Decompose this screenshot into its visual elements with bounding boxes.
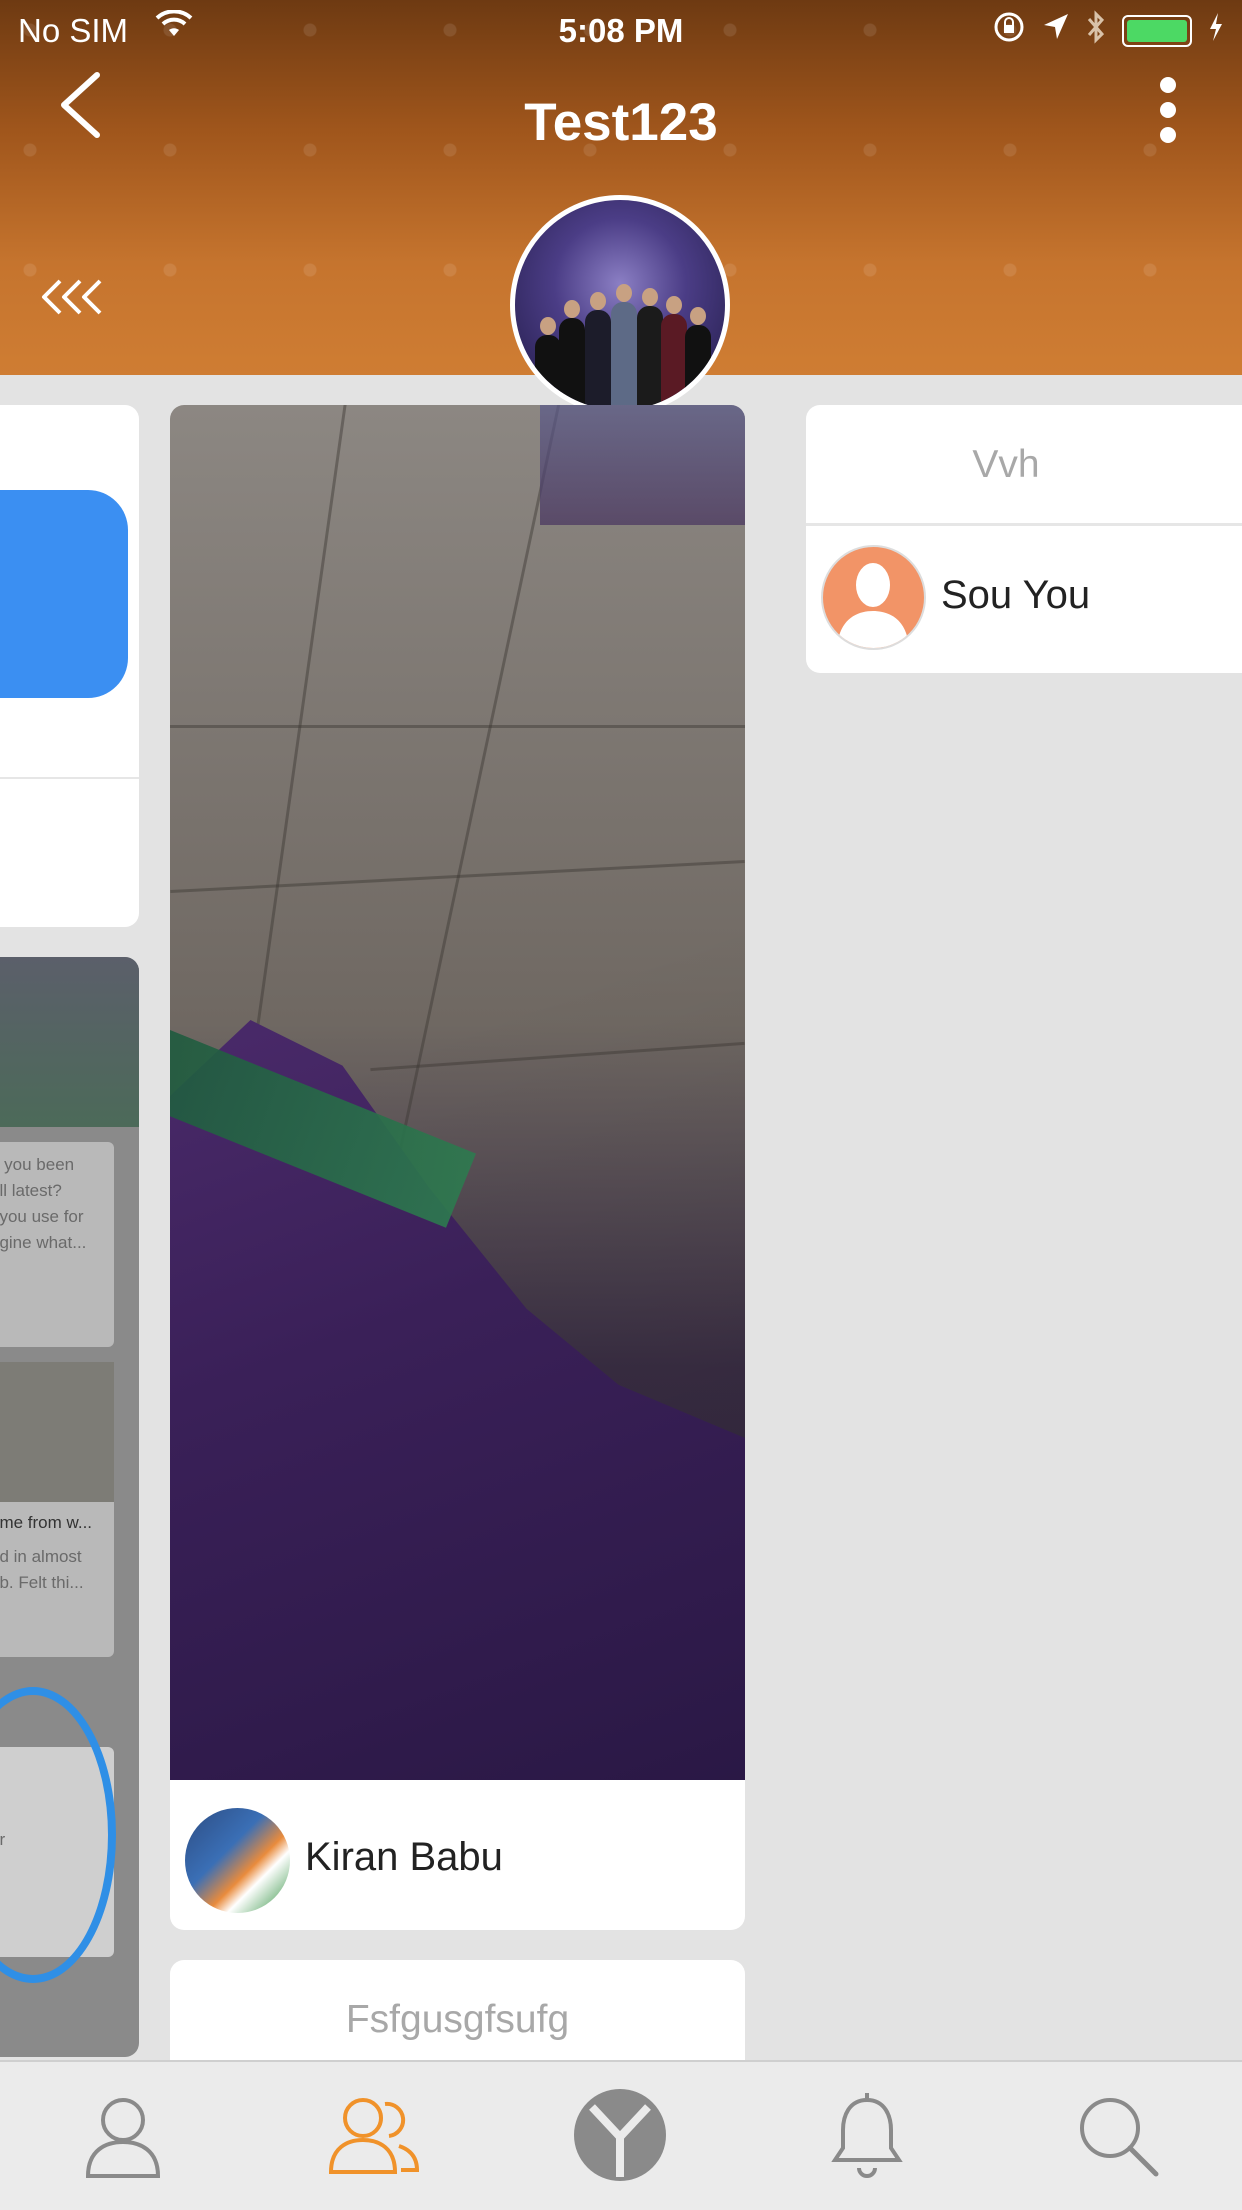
avatar[interactable] (821, 545, 926, 650)
rotation-lock-icon (992, 10, 1026, 52)
tab-bar (0, 2060, 1242, 2210)
tab-search[interactable] (1062, 2082, 1172, 2192)
screenshot-text: ob. Felt thi... (0, 1573, 84, 1592)
vertical-dots-icon (1148, 77, 1188, 149)
post-title: Fsfgusgfsufg (345, 1998, 570, 2041)
divider (0, 777, 139, 779)
tab-notifications[interactable] (812, 2082, 922, 2192)
tab-profile[interactable] (68, 2082, 178, 2192)
bell-icon (827, 2090, 907, 2185)
status-bar: No SIM 5:08 PM (0, 0, 1242, 60)
charging-icon (1208, 12, 1224, 50)
screenshot-image (0, 1362, 114, 1502)
battery-fill (1127, 20, 1187, 42)
card-title: Vvh (972, 443, 1040, 486)
page-title: Test123 (524, 93, 718, 152)
profile-icon (78, 2090, 168, 2185)
status-icons (992, 10, 1224, 52)
post-image[interactable] (170, 405, 745, 1780)
post-image (0, 957, 139, 1127)
collapse-button[interactable] (40, 275, 110, 325)
group-card[interactable]: Vvh Sou You (806, 405, 1242, 673)
post-author-row[interactable]: Kiran Babu (170, 1780, 745, 1930)
screenshot-text: ome from w... (0, 1513, 93, 1532)
screenshot-text: e you been (0, 1155, 75, 1174)
location-icon (1042, 12, 1070, 50)
screenshot-text: all latest? (0, 1181, 62, 1200)
post-card[interactable] (0, 405, 139, 927)
groups-icon (323, 2090, 423, 2185)
screenshot-text: ed in almost (0, 1547, 82, 1566)
screenshot-card: ome from w... ed in almost ob. Felt thi.… (0, 1362, 114, 1657)
more-options-button[interactable] (1148, 75, 1188, 155)
post-card[interactable]: Kiran Babu (170, 405, 745, 1930)
post-image (0, 490, 128, 698)
battery-icon (1122, 15, 1192, 47)
home-logo-icon (570, 2085, 670, 2190)
member-name[interactable]: Sou You (941, 573, 1090, 618)
avatar[interactable] (185, 1808, 290, 1913)
post-card[interactable]: e you been all latest? t you use for agi… (0, 957, 139, 2057)
tab-home[interactable] (565, 2082, 675, 2192)
screenshot-text: agine what... (0, 1233, 87, 1252)
author-name[interactable]: Kiran Babu (305, 1835, 503, 1880)
group-avatar[interactable] (510, 195, 730, 415)
divider (806, 523, 1242, 526)
screenshot-text: t you use for (0, 1207, 84, 1226)
tab-groups[interactable] (318, 2082, 428, 2192)
screenshot-card: e you been all latest? t you use for agi… (0, 1142, 114, 1347)
photo-object (540, 405, 745, 525)
search-icon (1072, 2090, 1162, 2185)
double-chevron-left-icon (40, 279, 106, 323)
bluetooth-icon (1086, 10, 1106, 52)
